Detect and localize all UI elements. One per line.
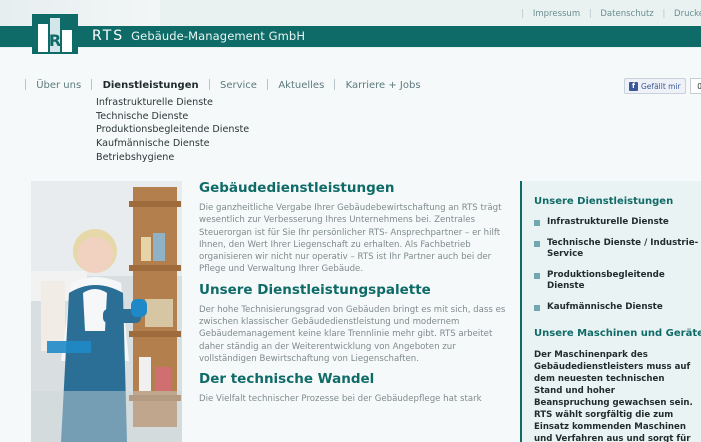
cleaning-staff-photo: [31, 181, 182, 442]
submenu-item-produktionsbegleitende[interactable]: Produktionsbegleitende Dienste: [96, 123, 249, 137]
sidebar-item-technische[interactable]: Technische Dienste / Industrie-Service: [534, 238, 701, 260]
nav-divider: [25, 79, 26, 90]
nav-divider: [334, 79, 336, 90]
section-heading-dienstleistungspalette: Unsere Dienstleistungspalette: [199, 281, 431, 298]
like-count: 0: [689, 78, 701, 94]
sidebar-paragraph: Der Maschinenpark des Gebäudedienstleist…: [534, 350, 693, 442]
nav-item-service[interactable]: Service: [213, 80, 264, 91]
utility-links: | Impressum | Datenschutz | Drucke: [518, 9, 701, 19]
sidebar-item-infrastrukturelle[interactable]: Infrastrukturelle Dienste: [534, 217, 701, 228]
rts-logo-icon[interactable]: R: [30, 12, 80, 56]
page: R RTS Gebäude-Management GmbH | Impressum…: [0, 0, 701, 442]
company-name-text: Gebäude-Management GmbH: [131, 29, 306, 43]
submenu: Infrastrukturelle Dienste Technische Die…: [96, 96, 249, 165]
datenschutz-link[interactable]: Datenschutz: [600, 9, 653, 19]
separator: |: [521, 9, 525, 19]
facebook-icon: f: [629, 81, 638, 91]
sidebar-list: Infrastrukturelle Dienste Technische Die…: [522, 217, 701, 313]
nav-item-aktuelles[interactable]: Aktuelles: [271, 80, 331, 91]
submenu-item-betriebshygiene[interactable]: Betriebshygiene: [96, 151, 249, 165]
like-label: Gefällt mir: [641, 81, 681, 91]
social-like: f Gefällt mir 0: [624, 78, 701, 94]
sidebar: Unsere Dienstleistungen Infrastrukturell…: [520, 181, 701, 442]
sidebar-heading-dienstleistungen: Unsere Dienstleistungen: [534, 196, 674, 207]
sidebar-item-produktionsbegleitende[interactable]: Produktionsbegleitende Dienste: [534, 270, 701, 292]
drucken-link[interactable]: Drucke: [674, 9, 701, 19]
svg-text:R: R: [49, 31, 61, 50]
nav-item-ueber-uns[interactable]: Über uns: [29, 80, 88, 91]
nav-item-karriere-jobs[interactable]: Karriere + Jobs: [339, 80, 428, 91]
main-content: Gebäudedienstleistungen Die ganzheitlich…: [199, 180, 515, 406]
main-paragraph-1: Die ganzheitliche Vergabe Ihrer Gebäudeb…: [199, 203, 502, 275]
facebook-like-button[interactable]: f Gefällt mir: [624, 78, 686, 94]
submenu-item-kaufmaennische[interactable]: Kaufmännische Dienste: [96, 137, 249, 151]
company-name: RTS Gebäude-Management GmbH: [92, 28, 305, 44]
main-nav: Über uns Dienstleistungen Service Aktuel…: [25, 79, 428, 91]
main-heading: Gebäudedienstleistungen: [199, 180, 395, 196]
section-heading-technischer-wandel: Der technische Wandel: [199, 371, 375, 388]
separator: |: [588, 9, 592, 19]
main-paragraph-2: Der hohe Technisierungsgrad von Gebäuden…: [199, 304, 506, 364]
sidebar-item-kaufmaennische[interactable]: Kaufmännische Dienste: [534, 302, 701, 313]
nav-divider: [91, 79, 93, 90]
impressum-link[interactable]: Impressum: [533, 9, 580, 19]
nav-divider: [208, 79, 210, 90]
submenu-item-technische[interactable]: Technische Dienste: [96, 110, 249, 124]
logo-text: RTS: [92, 28, 125, 44]
submenu-item-infrastrukturelle[interactable]: Infrastrukturelle Dienste: [96, 96, 249, 110]
sidebar-heading-maschinen: Unsere Maschinen und Geräte: [534, 328, 701, 339]
nav-item-dienstleistungen[interactable]: Dienstleistungen: [96, 80, 206, 91]
main-paragraph-3: Die Vielfalt technischer Prozesse bei de…: [199, 394, 482, 405]
separator: |: [662, 9, 666, 19]
nav-divider: [267, 79, 269, 90]
